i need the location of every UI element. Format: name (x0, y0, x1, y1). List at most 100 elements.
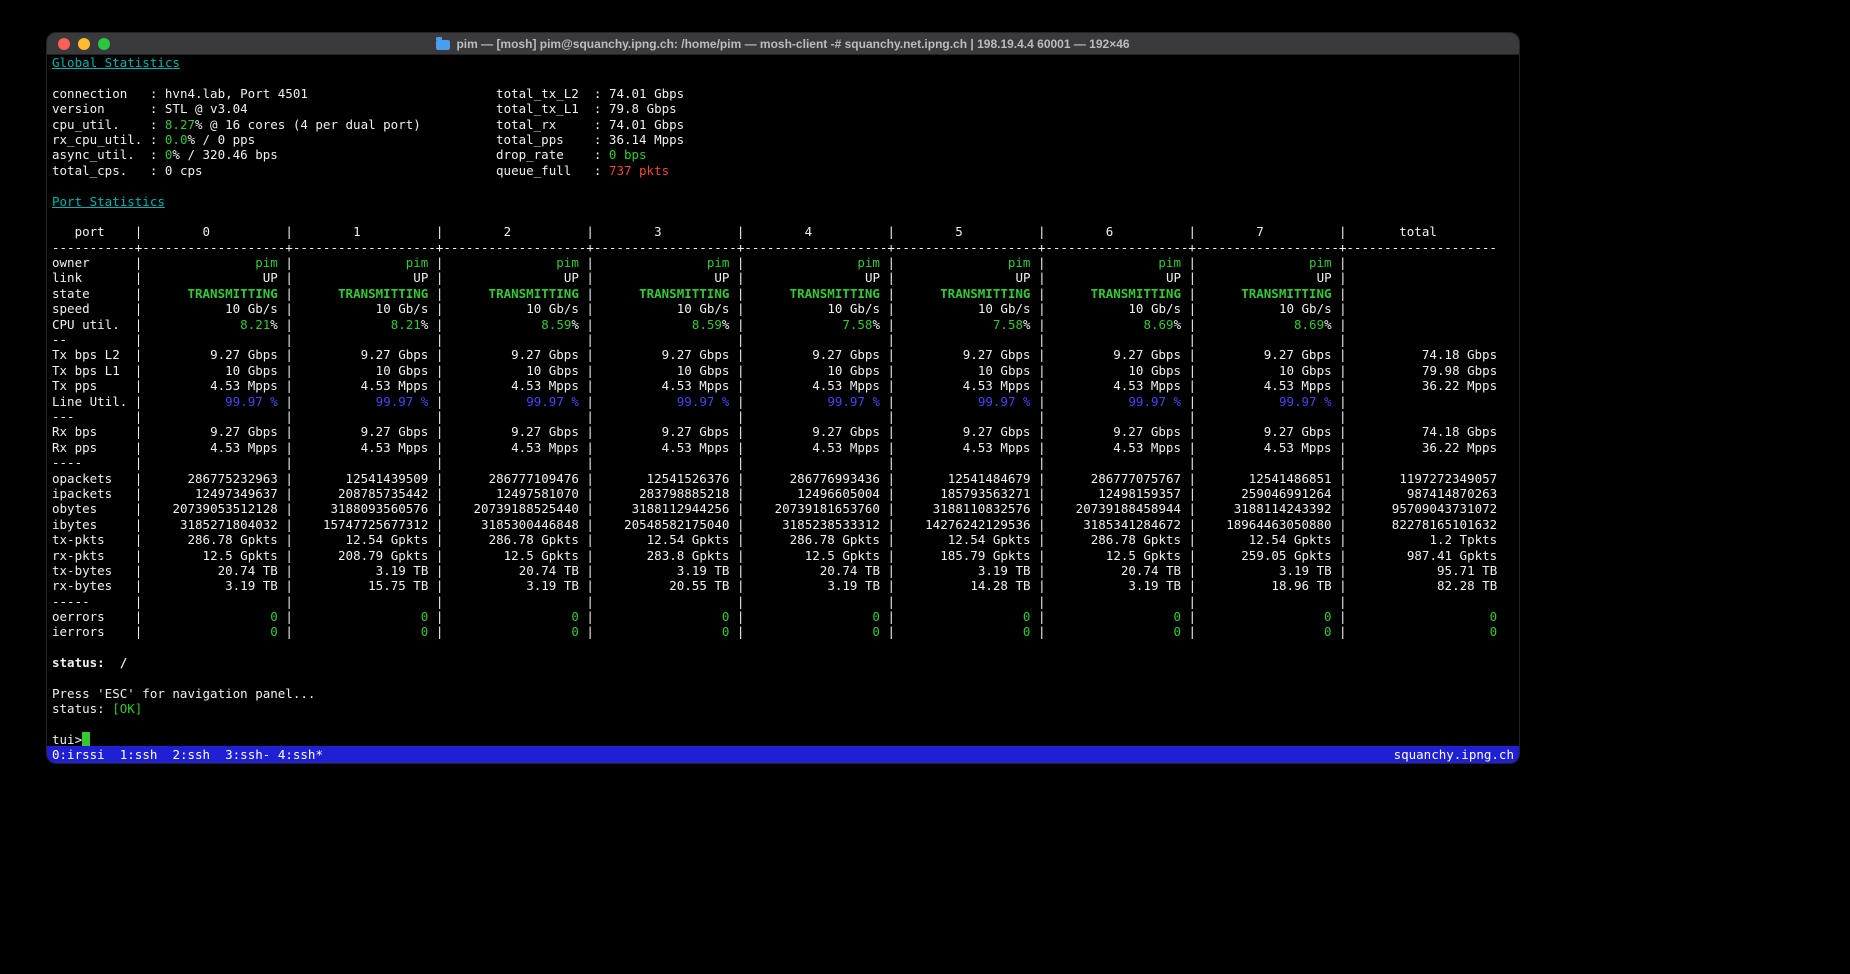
cell-value: 1197272349057 (1399, 471, 1497, 486)
cell-value: 185793563271 (940, 486, 1030, 501)
row-label: oerrors (52, 609, 135, 624)
column-separator: | (1332, 548, 1347, 563)
column-separator: | (579, 471, 594, 486)
cell-value: 3185341284672 (1083, 517, 1181, 532)
tmux-window-item[interactable]: 1:ssh (120, 747, 165, 762)
row-label: --- (52, 409, 135, 424)
cell-value: 286775232963 (187, 471, 277, 486)
cell-value: 12497581070 (496, 486, 579, 501)
cell-value: 99.97 % (1279, 394, 1332, 409)
prompt-line[interactable]: tui> (52, 732, 1514, 746)
cell-value: 286777109476 (489, 471, 579, 486)
tmux-window-item[interactable]: 3:ssh- (225, 747, 270, 762)
cell-value: TRANSMITTING (1091, 286, 1181, 301)
tmux-window-item[interactable]: 2:ssh (172, 747, 217, 762)
cell-value: 7.58 (842, 317, 872, 332)
minimize-button[interactable] (78, 38, 90, 50)
column-separator: | (880, 409, 895, 424)
port-stats-row: rx-pkts | 12.5 Gpkts | 208.79 Gpkts | 12… (52, 548, 1514, 563)
cell-value: 0 (1173, 609, 1181, 624)
cell-value: 20739188458944 (1076, 501, 1181, 516)
column-separator: | (579, 532, 594, 547)
cell-value: 4.53 Mpps (662, 378, 730, 393)
cell-value: 82.28 TB (1437, 578, 1497, 593)
stat-value: 737 pkts (609, 163, 669, 178)
stat-label: total_tx_L1 : (496, 101, 609, 116)
cell-value: 20.74 TB (519, 563, 579, 578)
column-separator: | (579, 409, 594, 424)
row-label: state (52, 286, 135, 301)
cell-value: 4.53 Mpps (812, 378, 880, 393)
column-separator: | (1332, 224, 1347, 239)
cell-value: 10 Gb/s (827, 301, 880, 316)
cell-value: 1.2 Tpkts (1429, 532, 1497, 547)
column-separator: | (1030, 332, 1045, 347)
column-separator: | (428, 409, 443, 424)
column-separator: | (1030, 594, 1045, 609)
cell-value: 95709043731072 (1392, 501, 1497, 516)
column-separator: | (1332, 347, 1347, 362)
cell-value: 286.78 Gpkts (187, 532, 277, 547)
cell-value: UP (263, 270, 278, 285)
cell-value: 4.53 Mpps (1264, 440, 1332, 455)
column-separator: | (1332, 486, 1347, 501)
cell-value: 9.27 Gbps (1264, 424, 1332, 439)
cell-value: 9.27 Gbps (1264, 347, 1332, 362)
column-separator: | (1181, 609, 1196, 624)
port-stats-row: owner | pim | pim | pim | pim | pim | pi… (52, 255, 1514, 270)
column-separator: | (729, 455, 744, 470)
cell-value: TRANSMITTING (187, 286, 277, 301)
tmux-window-item[interactable]: 4:ssh* (278, 747, 323, 762)
cell-value: % (1023, 317, 1031, 332)
window-titlebar[interactable]: pim — [mosh] pim@squanchy.ipng.ch: /home… (47, 33, 1519, 55)
row-label: opackets (52, 471, 135, 486)
cell-value: 10 Gbps (1128, 363, 1181, 378)
column-header: 5 (895, 224, 1030, 239)
cell-value: 3188112944256 (632, 501, 730, 516)
cell-value: pim (1008, 255, 1031, 270)
column-separator: | (1332, 286, 1347, 301)
column-separator: | (1031, 578, 1046, 593)
tmux-window-list: 0:irssi 1:ssh 2:ssh 3:ssh- 4:ssh* (52, 746, 323, 763)
column-separator: | (880, 224, 895, 239)
blank-line (52, 209, 1514, 224)
cell-value: UP (865, 270, 880, 285)
stat-value: % @ 16 cores (4 per dual port) (195, 117, 421, 132)
cell-value: 10 Gb/s (978, 301, 1031, 316)
column-separator: | (1332, 301, 1347, 316)
global-stats-heading: Global Statistics (52, 55, 1514, 70)
close-button[interactable] (58, 38, 70, 50)
column-separator: | (880, 378, 895, 393)
port-stats-row: Tx bps L1 | 10 Gbps | 10 Gbps | 10 Gbps … (52, 363, 1514, 378)
cell-value: 0 (872, 624, 880, 639)
stat-value: 79.8 Gbps (609, 101, 677, 116)
cell-value: pim (255, 255, 278, 270)
column-separator: | (729, 578, 744, 593)
column-separator: | (880, 532, 895, 547)
column-separator: | (880, 471, 895, 486)
terminal-content[interactable]: Global Statisticsconnection : hvn4.lab, … (47, 55, 1519, 746)
column-separator: | (880, 286, 895, 301)
port-stats-row: Rx bps | 9.27 Gbps | 9.27 Gbps | 9.27 Gb… (52, 424, 1514, 439)
cell-value: 74.18 Gbps (1422, 347, 1497, 362)
column-separator: | (1332, 394, 1347, 409)
row-label: rx-pkts (52, 548, 135, 563)
column-separator: | (880, 517, 895, 532)
column-separator: | (428, 394, 443, 409)
cell-value: 3.19 TB (827, 578, 880, 593)
cell-value: TRANSMITTING (338, 286, 428, 301)
column-separator: | (1181, 301, 1196, 316)
cell-value: 0 (571, 609, 579, 624)
stat-label: rx_cpu_util. : (52, 132, 165, 147)
column-separator: | (579, 378, 594, 393)
column-header: port (52, 224, 135, 239)
column-separator: | (1181, 440, 1196, 455)
cell-value: 286777075767 (1091, 471, 1181, 486)
section-heading: Port Statistics (52, 194, 165, 209)
port-stats-row: oerrors | 0 | 0 | 0 | 0 | 0 | 0 | 0 | 0 … (52, 609, 1514, 624)
tmux-window-item[interactable]: 0:irssi (52, 747, 112, 762)
column-separator: | (1181, 578, 1196, 593)
zoom-button[interactable] (98, 38, 110, 50)
column-separator: | (1181, 455, 1196, 470)
cell-value: pim (556, 255, 579, 270)
